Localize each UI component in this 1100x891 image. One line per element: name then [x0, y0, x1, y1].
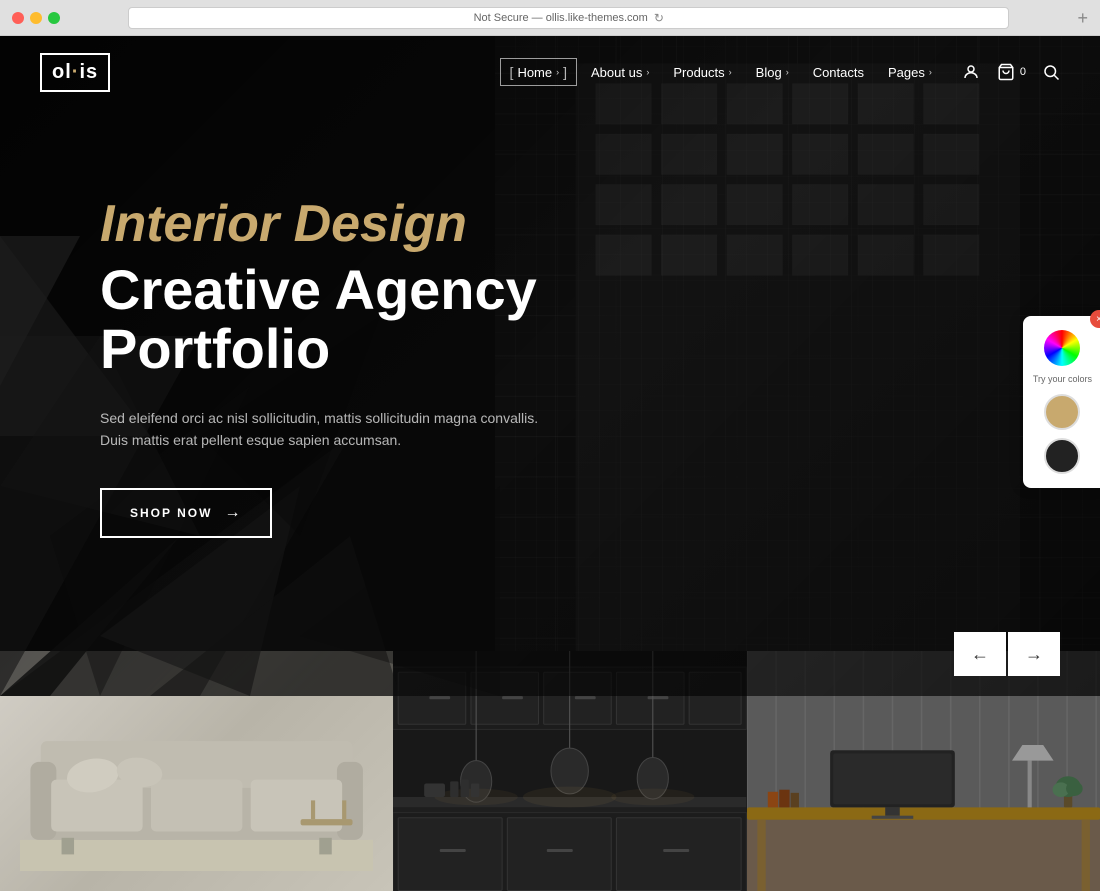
- nav-home-label: Home: [517, 65, 552, 80]
- nav-about-label: About us: [591, 65, 642, 80]
- color-wheel[interactable]: [1044, 330, 1080, 366]
- new-tab-button[interactable]: +: [1077, 9, 1088, 27]
- browser-chrome: Not Secure — ollis.like-themes.com ↻ +: [0, 0, 1100, 36]
- logo[interactable]: ol·is: [40, 53, 110, 92]
- slide-navigation: ← →: [954, 632, 1060, 676]
- address-bar[interactable]: Not Secure — ollis.like-themes.com ↻: [128, 7, 1009, 29]
- hero-section: Interior Design Creative Agency Portfoli…: [0, 36, 1100, 696]
- main-navigation: [ Home › ] About us › Products › Blog › …: [500, 58, 942, 86]
- shop-now-button[interactable]: SHOP NOW →: [100, 488, 272, 538]
- nav-item-pages[interactable]: Pages ›: [878, 59, 942, 86]
- nav-contacts-label: Contacts: [813, 65, 864, 80]
- hero-title-line1: Interior Design: [100, 196, 680, 253]
- website: Interior Design Creative Agency Portfoli…: [0, 36, 1100, 891]
- nav-blog-label: Blog: [756, 65, 782, 80]
- prev-slide-button[interactable]: ←: [954, 632, 1006, 676]
- nav-item-contacts[interactable]: Contacts: [803, 59, 874, 86]
- nav-pages-label: Pages: [888, 65, 925, 80]
- color-panel-label: Try your colors: [1033, 374, 1092, 386]
- site-header: ol·is [ Home › ] About us › Products › B…: [0, 36, 1100, 108]
- minimize-button[interactable]: [30, 12, 42, 24]
- hero-content: Interior Design Creative Agency Portfoli…: [100, 196, 680, 538]
- header-icons: 0: [962, 63, 1060, 81]
- close-button[interactable]: [12, 12, 24, 24]
- cart-count: 0: [1020, 66, 1026, 78]
- color-picker-close[interactable]: ×: [1090, 310, 1100, 328]
- maximize-button[interactable]: [48, 12, 60, 24]
- color-picker-panel: × Try your colors: [1023, 316, 1100, 488]
- cart-icon[interactable]: 0: [996, 63, 1026, 81]
- logo-dot: ·: [72, 61, 80, 83]
- shop-now-label: SHOP NOW: [130, 506, 212, 520]
- nav-item-home[interactable]: [ Home › ]: [500, 58, 577, 86]
- user-icon[interactable]: [962, 63, 980, 81]
- url-text: Not Secure — ollis.like-themes.com: [474, 12, 648, 24]
- nav-item-about[interactable]: About us ›: [581, 59, 659, 86]
- search-icon[interactable]: [1042, 63, 1060, 81]
- hero-description: Sed eleifend orci ac nisl sollicitudin, …: [100, 407, 540, 452]
- hero-title-line2: Creative Agency Portfolio: [100, 261, 680, 379]
- traffic-lights: [12, 12, 60, 24]
- logo-box: ol·is: [40, 53, 110, 92]
- refresh-icon[interactable]: ↻: [654, 11, 664, 25]
- color-swatch-dark[interactable]: [1044, 438, 1080, 474]
- nav-products-label: Products: [673, 65, 724, 80]
- shop-now-arrow: →: [224, 504, 242, 522]
- next-slide-button[interactable]: →: [1008, 632, 1060, 676]
- color-swatch-gold[interactable]: [1044, 394, 1080, 430]
- nav-item-blog[interactable]: Blog ›: [746, 59, 799, 86]
- nav-item-products[interactable]: Products ›: [663, 59, 741, 86]
